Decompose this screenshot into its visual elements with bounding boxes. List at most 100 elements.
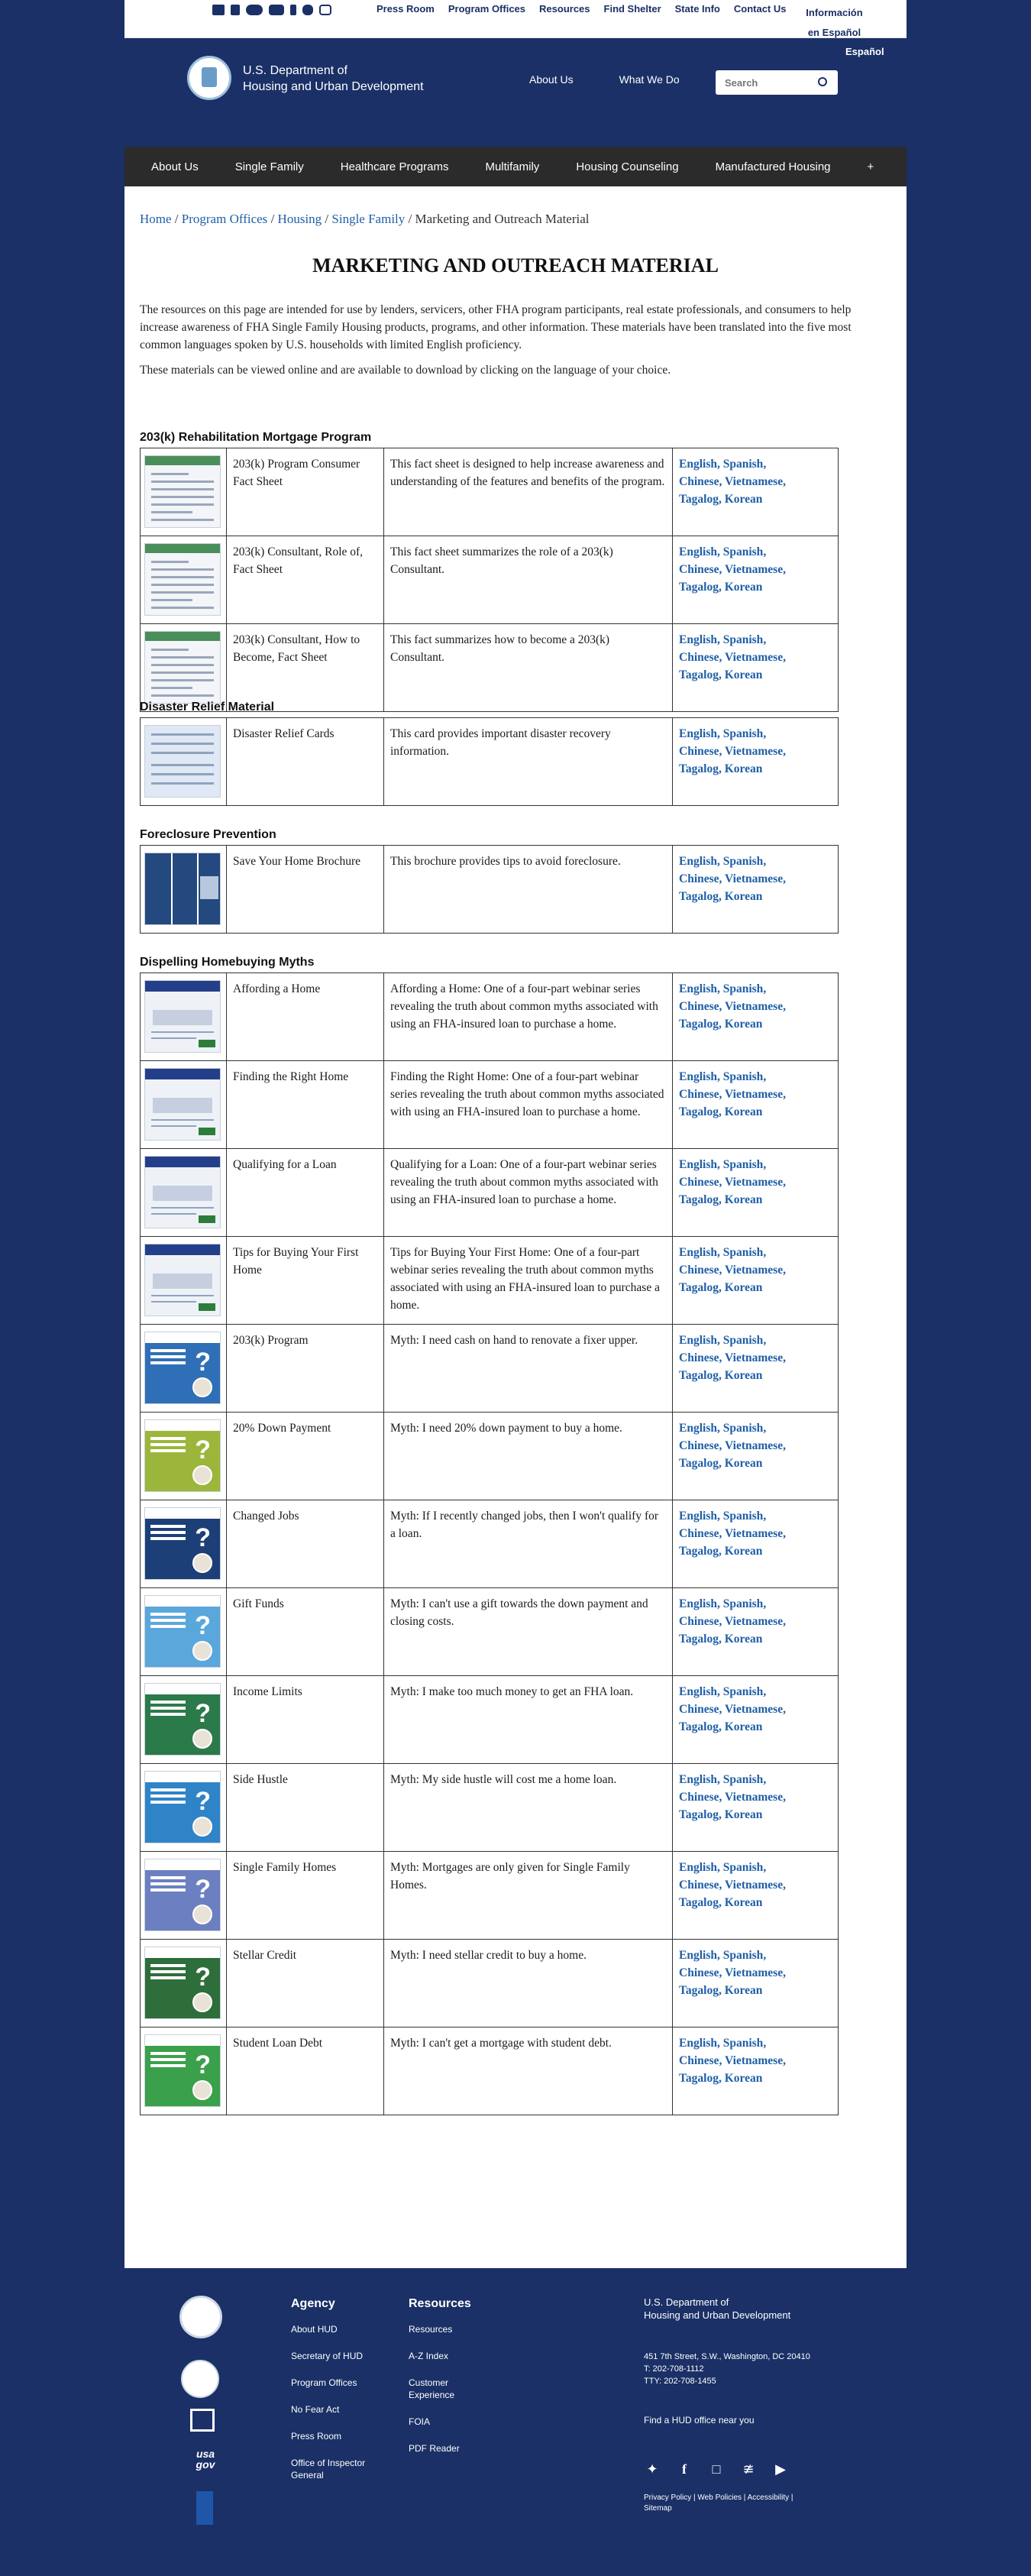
language-link-english[interactable]: English: [679, 2037, 717, 2050]
language-link-english[interactable]: English: [679, 1949, 717, 1962]
main-nav-more-button[interactable]: +: [868, 160, 874, 173]
language-link-spanish[interactable]: Spanish: [723, 1334, 764, 1347]
breadcrumb-home[interactable]: Home: [140, 212, 172, 226]
material-thumbnail[interactable]: [144, 1156, 221, 1228]
language-link-english[interactable]: English: [679, 1773, 717, 1786]
header-nav-what-we-do[interactable]: What We Do: [619, 73, 680, 86]
utility-link-press-room[interactable]: Press Room: [377, 3, 435, 43]
language-link-korean[interactable]: Korean: [725, 1545, 763, 1558]
language-link-vietnamese[interactable]: Vietnamese: [725, 1791, 783, 1804]
language-link-vietnamese[interactable]: Vietnamese: [725, 1088, 783, 1101]
language-link-vietnamese[interactable]: Vietnamese: [725, 1351, 783, 1364]
language-link-spanish[interactable]: Spanish: [723, 2037, 764, 2050]
language-link-spanish[interactable]: Spanish: [723, 458, 764, 471]
language-link-tagalog[interactable]: Tagalog: [679, 1984, 719, 1997]
language-link-chinese[interactable]: Chinese: [679, 745, 719, 758]
language-link-tagalog[interactable]: Tagalog: [679, 493, 719, 506]
language-link-korean[interactable]: Korean: [725, 1281, 763, 1294]
footer-link-about-hud[interactable]: About HUD: [291, 2323, 338, 2335]
language-link-chinese[interactable]: Chinese: [679, 1879, 719, 1892]
utility-link-program-offices[interactable]: Program Offices: [448, 3, 525, 43]
language-link-spanish[interactable]: Spanish: [723, 1685, 764, 1698]
language-link-chinese[interactable]: Chinese: [679, 1966, 719, 1979]
footer-badge-icon[interactable]: [196, 2491, 213, 2525]
language-link-vietnamese[interactable]: Vietnamese: [725, 1000, 783, 1013]
utility-link-resources[interactable]: Resources: [539, 3, 590, 43]
language-link-chinese[interactable]: Chinese: [679, 1264, 719, 1277]
material-thumbnail[interactable]: ?: [144, 1771, 221, 1843]
material-thumbnail[interactable]: [144, 853, 221, 925]
header-nav-about-us[interactable]: About Us: [529, 73, 574, 86]
material-thumbnail[interactable]: ?: [144, 2034, 221, 2107]
language-link-spanish[interactable]: Spanish: [723, 982, 764, 995]
language-link-english[interactable]: English: [679, 1422, 717, 1435]
language-link-korean[interactable]: Korean: [725, 1105, 763, 1118]
language-link-korean[interactable]: Korean: [725, 1457, 763, 1470]
find-office-link[interactable]: Find a HUD office near you: [644, 2415, 755, 2426]
language-link-english[interactable]: English: [679, 1334, 717, 1347]
language-link-chinese[interactable]: Chinese: [679, 1176, 719, 1189]
language-link-tagalog[interactable]: Tagalog: [679, 1720, 719, 1733]
language-link-chinese[interactable]: Chinese: [679, 872, 719, 885]
language-link-tagalog[interactable]: Tagalog: [679, 1545, 719, 1558]
language-link-tagalog[interactable]: Tagalog: [679, 1808, 719, 1821]
language-link-english[interactable]: English: [679, 1597, 717, 1610]
language-link-spanish[interactable]: Spanish: [723, 1773, 764, 1786]
language-link-korean[interactable]: Korean: [725, 1896, 763, 1909]
language-link-vietnamese[interactable]: Vietnamese: [725, 1439, 783, 1452]
language-link-english[interactable]: English: [679, 1246, 717, 1259]
language-link-spanish[interactable]: Spanish: [723, 1422, 764, 1435]
language-link-tagalog[interactable]: Tagalog: [679, 1896, 719, 1909]
main-nav-single-family[interactable]: Single Family: [235, 160, 304, 173]
language-link-spanish[interactable]: Spanish: [723, 545, 764, 558]
material-thumbnail[interactable]: [144, 980, 221, 1053]
language-link-spanish[interactable]: Spanish: [723, 1949, 764, 1962]
footer-link-customer-experience[interactable]: Customer Experience: [409, 2377, 462, 2401]
main-nav-housing-counseling[interactable]: Housing Counseling: [576, 160, 678, 173]
language-link-tagalog[interactable]: Tagalog: [679, 1018, 719, 1031]
footer-link-press-room[interactable]: Press Room: [291, 2430, 341, 2442]
twitter-icon[interactable]: ✦: [644, 2461, 661, 2477]
language-link-korean[interactable]: Korean: [725, 1369, 763, 1382]
language-link-vietnamese[interactable]: Vietnamese: [725, 1615, 783, 1628]
facebook-icon[interactable]: [290, 5, 296, 15]
language-link-tagalog[interactable]: Tagalog: [679, 1193, 719, 1206]
language-link-tagalog[interactable]: Tagalog: [679, 668, 719, 681]
utility-link-contact-us[interactable]: Contact Us: [734, 3, 787, 43]
language-link-chinese[interactable]: Chinese: [679, 1439, 719, 1452]
material-thumbnail[interactable]: [144, 631, 221, 704]
language-link-english[interactable]: English: [679, 982, 717, 995]
utility-link-find-shelter[interactable]: Find Shelter: [604, 3, 661, 43]
material-thumbnail[interactable]: ?: [144, 1595, 221, 1668]
breadcrumb-housing[interactable]: Housing: [278, 212, 322, 226]
language-link-chinese[interactable]: Chinese: [679, 1527, 719, 1540]
language-link-spanish[interactable]: Spanish: [723, 633, 764, 646]
language-link-chinese[interactable]: Chinese: [679, 651, 719, 664]
material-thumbnail[interactable]: [144, 1244, 221, 1316]
footer-link-privacy[interactable]: Privacy Policy: [644, 2493, 691, 2502]
material-thumbnail[interactable]: ?: [144, 1859, 221, 1931]
language-link-vietnamese[interactable]: Vietnamese: [725, 2054, 783, 2067]
language-link-vietnamese[interactable]: Vietnamese: [725, 1176, 783, 1189]
language-link-korean[interactable]: Korean: [725, 1633, 763, 1646]
flickr-icon[interactable]: [246, 5, 263, 15]
footer-seal-2[interactable]: [181, 2360, 219, 2398]
footer-link-foia[interactable]: FOIA: [409, 2416, 430, 2428]
language-link-spanish[interactable]: Spanish: [723, 1597, 764, 1610]
footer-link-program-offices[interactable]: Program Offices: [291, 2377, 357, 2389]
language-link-spanish[interactable]: Spanish: [723, 1246, 764, 1259]
language-link-tagalog[interactable]: Tagalog: [679, 1369, 719, 1382]
language-link-korean[interactable]: Korean: [725, 493, 763, 506]
search-icon[interactable]: [818, 77, 827, 86]
twitter-icon[interactable]: [302, 5, 313, 15]
language-link-chinese[interactable]: Chinese: [679, 1703, 719, 1716]
language-link-chinese[interactable]: Chinese: [679, 1791, 719, 1804]
material-thumbnail[interactable]: [144, 725, 221, 798]
language-link-chinese[interactable]: Chinese: [679, 1615, 719, 1628]
footer-link-resources[interactable]: Resources: [409, 2323, 452, 2335]
main-nav-about-us[interactable]: About Us: [151, 160, 199, 173]
language-link-vietnamese[interactable]: Vietnamese: [725, 1879, 783, 1892]
mail-icon[interactable]: [212, 5, 225, 15]
language-link-english[interactable]: English: [679, 1685, 717, 1698]
main-nav-manufactured-housing[interactable]: Manufactured Housing: [716, 160, 831, 173]
